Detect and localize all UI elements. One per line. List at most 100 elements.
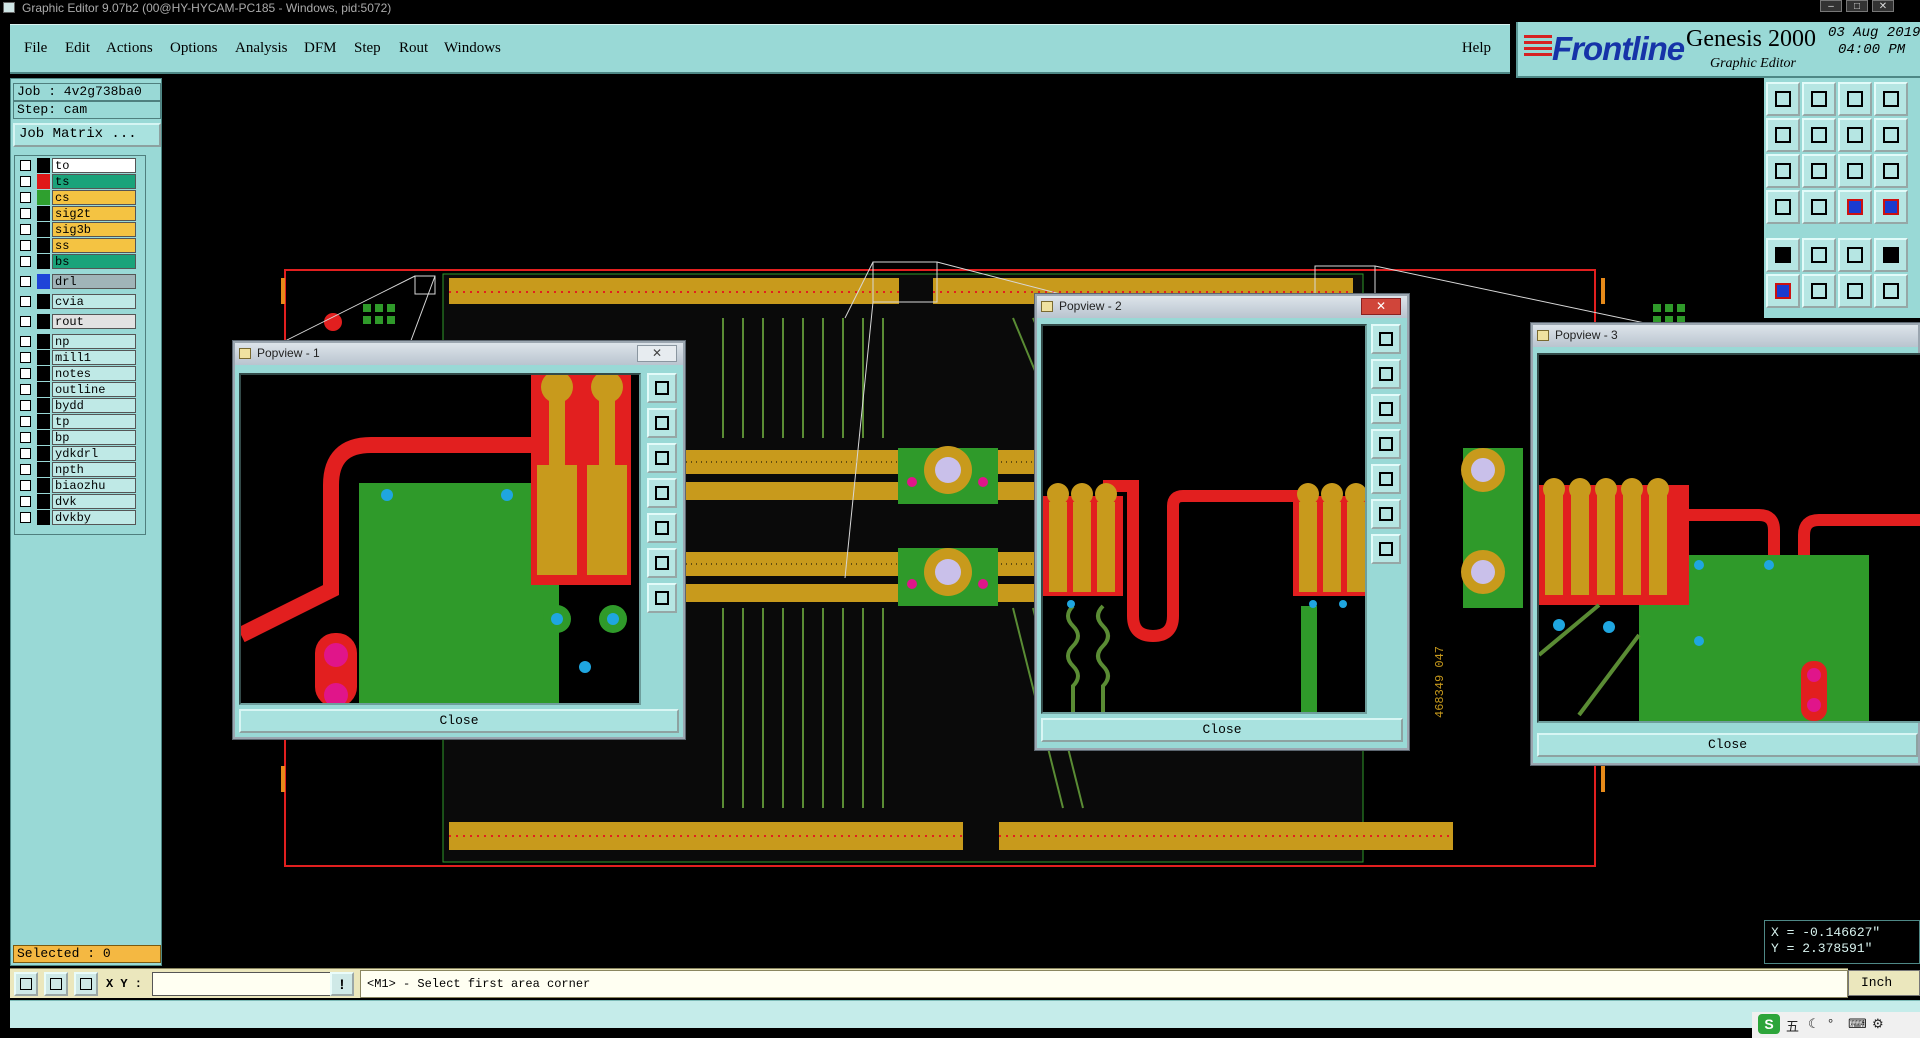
layer-checkbox[interactable]	[20, 256, 31, 267]
layer-color-swatch[interactable]	[37, 350, 50, 365]
popview-pan-right-icon[interactable]	[647, 513, 677, 543]
layer-name[interactable]: biaozhu	[52, 478, 136, 493]
layer-checkbox[interactable]	[20, 416, 31, 427]
layer-name[interactable]: bp	[52, 430, 136, 445]
layer-row-np[interactable]: np	[18, 334, 142, 349]
tool-panel-icon[interactable]	[1874, 82, 1908, 116]
layer-checkbox[interactable]	[20, 384, 31, 395]
layer-row-npth[interactable]: npth	[18, 462, 142, 477]
layer-row-outline[interactable]: outline	[18, 382, 142, 397]
layer-name[interactable]: cs	[52, 190, 136, 205]
popview-1-close-icon[interactable]: ✕	[637, 345, 677, 362]
menu-file[interactable]: File	[24, 40, 47, 57]
layer-row-drl[interactable]: drl	[18, 274, 142, 289]
snap-mode-icon[interactable]	[14, 972, 38, 996]
menu-actions[interactable]: Actions	[106, 40, 153, 57]
tool-measure-icon[interactable]	[1766, 190, 1800, 224]
tool-house-icon[interactable]	[1838, 82, 1872, 116]
layer-color-swatch[interactable]	[37, 222, 50, 237]
job-matrix-button[interactable]: Job Matrix ...	[13, 123, 161, 147]
layer-name[interactable]: drl	[52, 274, 136, 289]
menu-step[interactable]: Step	[354, 40, 381, 57]
tool-cross-icon[interactable]	[1802, 274, 1836, 308]
menu-options[interactable]: Options	[170, 40, 218, 57]
layer-row-sig3b[interactable]: sig3b	[18, 222, 142, 237]
tool-pan-left-icon[interactable]	[1766, 118, 1800, 152]
tool-ratio-icon[interactable]	[1838, 154, 1872, 188]
tool-pad-icon[interactable]	[1874, 238, 1908, 272]
layer-checkbox[interactable]	[20, 480, 31, 491]
layer-checkbox[interactable]	[20, 316, 31, 327]
popview-1-close-button[interactable]: Close	[239, 709, 679, 733]
layer-row-biaozhu[interactable]: biaozhu	[18, 478, 142, 493]
layer-name[interactable]: cvia	[52, 294, 136, 309]
popview-zoom-in-icon[interactable]	[647, 408, 677, 438]
layer-name[interactable]: notes	[52, 366, 136, 381]
menu-dfm[interactable]: DFM	[304, 40, 337, 57]
tool-net-alt-icon[interactable]	[1874, 190, 1908, 224]
layer-color-swatch[interactable]	[37, 254, 50, 269]
tool-redraw-icon[interactable]	[1838, 118, 1872, 152]
layer-row-mill1[interactable]: mill1	[18, 350, 142, 365]
popview-2-close-button[interactable]: Close	[1041, 718, 1403, 742]
menu-rout[interactable]: Rout	[399, 40, 428, 57]
tool-line-icon[interactable]	[1838, 274, 1872, 308]
popview-3-canvas[interactable]	[1537, 353, 1920, 723]
layer-checkbox[interactable]	[20, 432, 31, 443]
keyboard-icon[interactable]: ⌨	[1848, 1016, 1867, 1032]
popview-2-close-icon[interactable]: ✕	[1361, 298, 1401, 315]
popview-pan-left-icon[interactable]	[1371, 429, 1401, 459]
angle-mode-icon[interactable]	[44, 972, 68, 996]
moon-icon[interactable]: ☾	[1808, 1016, 1820, 1032]
layer-color-swatch[interactable]	[37, 190, 50, 205]
tool-zoom-fit-icon[interactable]	[1766, 154, 1800, 188]
layer-color-swatch[interactable]	[37, 366, 50, 381]
punctuation-icon[interactable]: °	[1828, 1016, 1833, 1031]
layer-row-sig2t[interactable]: sig2t	[18, 206, 142, 221]
tool-angle-icon[interactable]	[1802, 238, 1836, 272]
layer-name[interactable]: ts	[52, 174, 136, 189]
popview-2-canvas[interactable]	[1041, 324, 1367, 714]
layer-checkbox[interactable]	[20, 160, 31, 171]
layer-name[interactable]: np	[52, 334, 136, 349]
ime-mode-label[interactable]: 五	[1786, 1016, 1799, 1035]
popview-expand-icon[interactable]	[647, 548, 677, 578]
layer-row-bs[interactable]: bs	[18, 254, 142, 269]
tool-help-icon[interactable]	[1874, 154, 1908, 188]
layer-checkbox[interactable]	[20, 448, 31, 459]
tool-home-icon[interactable]	[1766, 82, 1800, 116]
popview-pan-right-icon[interactable]	[1371, 464, 1401, 494]
layer-checkbox[interactable]	[20, 464, 31, 475]
xy-input[interactable]	[152, 972, 332, 996]
layer-row-dvkby[interactable]: dvkby	[18, 510, 142, 525]
layer-row-notes[interactable]: notes	[18, 366, 142, 381]
menu-help[interactable]: Help	[1462, 40, 1491, 57]
layer-checkbox[interactable]	[20, 224, 31, 235]
layer-checkbox[interactable]	[20, 400, 31, 411]
menu-analysis[interactable]: Analysis	[235, 40, 288, 57]
layer-checkbox[interactable]	[20, 192, 31, 203]
layer-name[interactable]: rout	[52, 314, 136, 329]
tool-net-icon[interactable]	[1838, 190, 1872, 224]
menu-windows[interactable]: Windows	[444, 40, 501, 57]
layer-name[interactable]: mill1	[52, 350, 136, 365]
layer-name[interactable]: bydd	[52, 398, 136, 413]
grid-mode-icon[interactable]	[74, 972, 98, 996]
layer-row-ts[interactable]: ts	[18, 174, 142, 189]
layer-color-swatch[interactable]	[37, 510, 50, 525]
layer-color-swatch[interactable]	[37, 462, 50, 477]
layer-color-swatch[interactable]	[37, 430, 50, 445]
tool-zoom-area-icon[interactable]	[1802, 154, 1836, 188]
layer-checkbox[interactable]	[20, 176, 31, 187]
layer-name[interactable]: npth	[52, 462, 136, 477]
layer-name[interactable]: to	[52, 158, 136, 173]
popview-zoom-out-icon[interactable]	[1371, 394, 1401, 424]
layer-row-cvia[interactable]: cvia	[18, 294, 142, 309]
popview-move-icon[interactable]	[647, 583, 677, 613]
layer-checkbox[interactable]	[20, 208, 31, 219]
layer-color-swatch[interactable]	[37, 238, 50, 253]
tool-snap-icon[interactable]	[1874, 118, 1908, 152]
layer-color-swatch[interactable]	[37, 274, 50, 289]
popview-expand-icon[interactable]	[1371, 499, 1401, 529]
popview-3-close-button[interactable]: Close	[1537, 733, 1918, 757]
